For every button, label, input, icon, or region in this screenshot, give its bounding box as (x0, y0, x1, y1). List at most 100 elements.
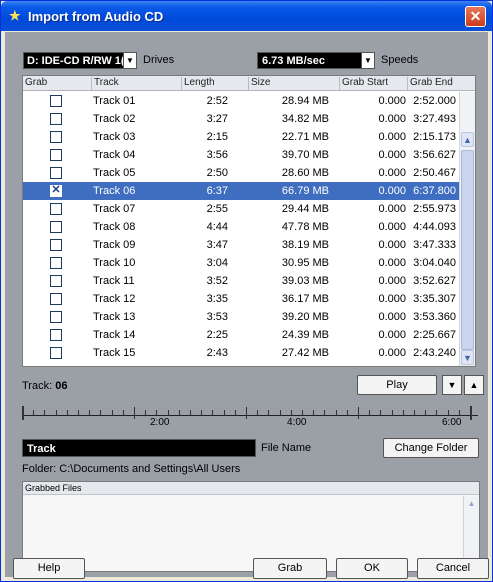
track-name: Track 13 (93, 311, 136, 323)
grab-checkbox[interactable] (50, 113, 62, 125)
column-header-track[interactable]: Track (91, 77, 181, 90)
track-size: 28.94 MB (281, 95, 329, 107)
track-up-button[interactable]: ▲ (464, 375, 484, 395)
ok-button[interactable]: OK (336, 558, 408, 579)
grab-start: 0.000 (378, 185, 406, 197)
table-row[interactable]: Track 14 2:25 24.39 MB 0.000 2:25.667 (23, 326, 460, 344)
table-row[interactable]: Track 04 3:56 39.70 MB 0.000 3:56.627 (23, 146, 460, 164)
track-length: 3:27 (206, 113, 228, 125)
ruler-tick (470, 406, 472, 420)
column-header-size[interactable]: Size (248, 77, 339, 90)
table-row[interactable]: Track 01 2:52 28.94 MB 0.000 2:52.000 (23, 92, 460, 110)
ruler-tick (425, 410, 427, 416)
table-row[interactable]: Track 12 3:35 36.17 MB 0.000 3:35.307 (23, 290, 460, 308)
cancel-button[interactable]: Cancel (417, 558, 489, 579)
grab-checkbox[interactable] (50, 167, 62, 179)
table-row[interactable]: Track 05 2:50 28.60 MB 0.000 2:50.467 (23, 164, 460, 182)
grab-start: 0.000 (378, 257, 406, 269)
track-size: 27.42 MB (281, 347, 329, 359)
scroll-down-icon[interactable]: ▼ (461, 350, 474, 365)
column-header-length[interactable]: Length (181, 77, 248, 90)
ruler-tick (201, 410, 203, 416)
folder-path: Folder: C:\Documents and Settings\All Us… (22, 463, 241, 475)
table-row[interactable]: Track 13 3:53 39.20 MB 0.000 3:53.360 (23, 308, 460, 326)
change-folder-button[interactable]: Change Folder (383, 438, 479, 458)
table-row[interactable]: ✕ Track 06 6:37 66.79 MB 0.000 6:37.800 (23, 182, 460, 200)
chevron-down-icon[interactable]: ▼ (123, 53, 136, 68)
ruler-label: 6:00 (442, 417, 462, 428)
grab-end: 3:27.493 (413, 113, 456, 125)
table-row[interactable]: Track 09 3:47 38.19 MB 0.000 3:47.333 (23, 236, 460, 254)
track-length: 3:35 (206, 293, 228, 305)
column-header-grab-end[interactable]: Grab End (407, 77, 475, 90)
column-header-grab[interactable]: Grab (23, 77, 91, 90)
table-scrollbar[interactable]: ▲ ▼ (459, 92, 475, 366)
column-header-grab-start[interactable]: Grab Start (339, 77, 407, 90)
table-row[interactable]: Track 03 2:15 22.71 MB 0.000 2:15.173 (23, 128, 460, 146)
help-button[interactable]: Help (13, 558, 85, 579)
speeds-label: Speeds (381, 54, 419, 66)
scroll-up-icon[interactable]: ▲ (465, 497, 478, 511)
grab-start: 0.000 (378, 293, 406, 305)
grab-checkbox[interactable] (50, 257, 62, 269)
track-size: 39.03 MB (281, 275, 329, 287)
timeline-ruler[interactable]: 2:00 4:00 6:00 (22, 405, 480, 429)
track-name: Track 04 (93, 149, 136, 161)
track-down-button[interactable]: ▼ (442, 375, 462, 395)
grab-checkbox[interactable] (50, 275, 62, 287)
grab-end: 2:50.467 (413, 167, 456, 179)
arrow-down-icon: ▼ (447, 380, 457, 390)
table-row[interactable]: Track 15 2:43 27.42 MB 0.000 2:43.240 (23, 344, 460, 362)
track-length: 6:37 (206, 185, 228, 197)
grab-checkbox[interactable] (50, 347, 62, 359)
table-row[interactable]: Track 07 2:55 29.44 MB 0.000 2:55.973 (23, 200, 460, 218)
import-dialog: ★ Import from Audio CD ✕ D: IDE-CD R/RW … (0, 0, 493, 582)
table-row[interactable]: Track 08 4:44 47.78 MB 0.000 4:44.093 (23, 218, 460, 236)
grab-checkbox[interactable] (50, 131, 62, 143)
track-name: Track 14 (93, 329, 136, 341)
grab-checkbox[interactable] (50, 95, 62, 107)
grab-button[interactable]: Grab (253, 558, 327, 579)
scroll-thumb[interactable] (461, 150, 474, 350)
grab-checkbox[interactable] (50, 239, 62, 251)
grab-end: 2:43.240 (413, 347, 456, 359)
close-icon: ✕ (469, 8, 482, 24)
grab-checkbox[interactable] (50, 329, 62, 341)
scroll-up-icon[interactable]: ▲ (461, 132, 474, 147)
track-length: 2:15 (206, 131, 228, 143)
ruler-tick (234, 410, 236, 416)
play-button[interactable]: Play (357, 375, 437, 395)
grab-start: 0.000 (378, 239, 406, 251)
table-row[interactable]: Track 02 3:27 34.82 MB 0.000 3:27.493 (23, 110, 460, 128)
track-table: Grab Track Length Size Grab Start Grab E… (22, 75, 476, 367)
ruler-tick (156, 410, 158, 416)
grab-checkbox[interactable] (50, 203, 62, 215)
ruler-tick (33, 410, 35, 416)
grab-start: 0.000 (378, 95, 406, 107)
track-name: Track 07 (93, 203, 136, 215)
grab-checkbox[interactable] (50, 221, 62, 233)
grab-checkbox[interactable]: ✕ (50, 184, 62, 197)
grab-end: 2:25.667 (413, 329, 456, 341)
track-size: 29.44 MB (281, 203, 329, 215)
grab-checkbox[interactable] (50, 311, 62, 323)
table-row[interactable]: Track 10 3:04 30.95 MB 0.000 3:04.040 (23, 254, 460, 272)
track-length: 3:56 (206, 149, 228, 161)
table-row[interactable]: Track 11 3:52 39.03 MB 0.000 3:52.627 (23, 272, 460, 290)
ruler-tick (436, 410, 438, 416)
close-button[interactable]: ✕ (465, 6, 486, 27)
chevron-down-icon[interactable]: ▼ (361, 53, 374, 68)
track-length: 3:47 (206, 239, 228, 251)
track-name: Track 09 (93, 239, 136, 251)
speed-select[interactable]: 6.73 MB/sec ▼ (257, 52, 375, 69)
drive-select[interactable]: D: IDE-CD R/RW 1( ▼ (23, 52, 137, 69)
ruler-tick (313, 410, 315, 416)
grab-checkbox[interactable] (50, 293, 62, 305)
track-name: Track 01 (93, 95, 136, 107)
track-size: 22.71 MB (281, 131, 329, 143)
title-bar[interactable]: ★ Import from Audio CD ✕ (1, 1, 492, 31)
file-name-input[interactable]: Track (22, 439, 256, 457)
grabbed-files-list[interactable]: Grabbed Files ▲ ▼ (22, 481, 480, 572)
grab-checkbox[interactable] (50, 149, 62, 161)
track-length: 2:43 (206, 347, 228, 359)
